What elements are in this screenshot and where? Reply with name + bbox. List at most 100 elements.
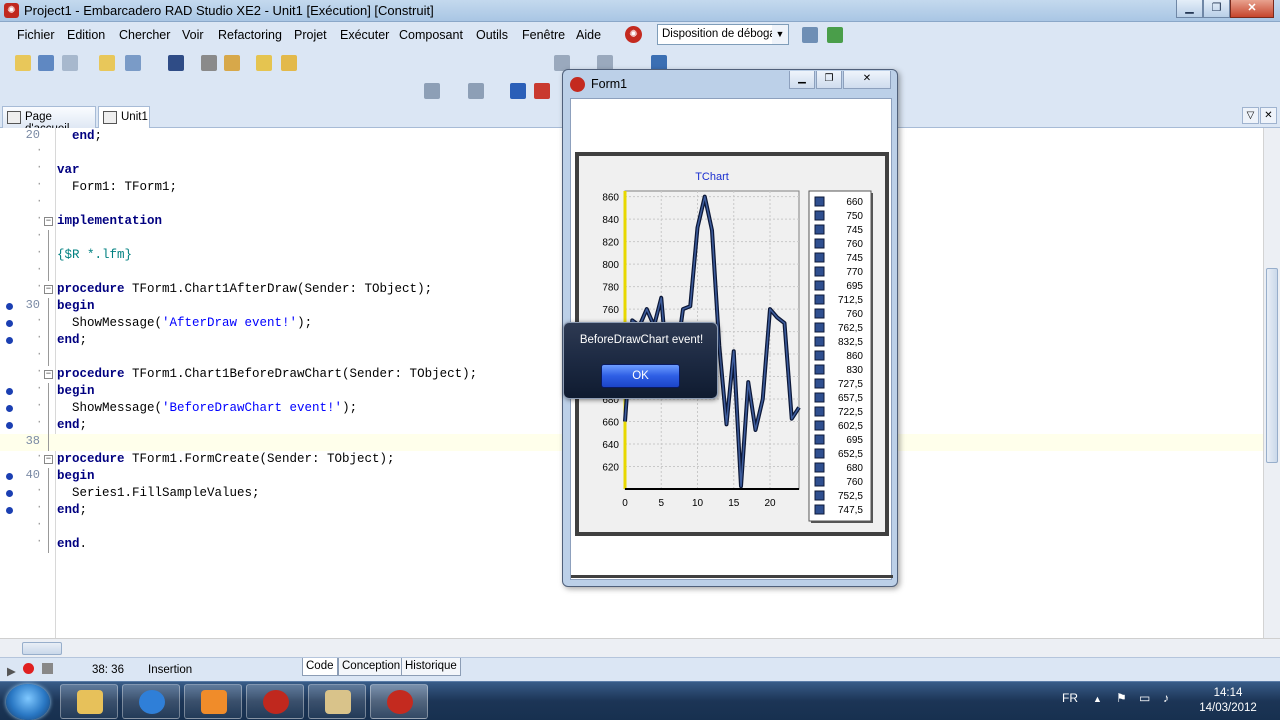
stop-macro-icon[interactable] — [42, 663, 53, 674]
vertical-scrollbar[interactable] — [1263, 128, 1280, 638]
pause-icon[interactable] — [510, 83, 526, 99]
fold-guide — [48, 536, 49, 553]
network-icon[interactable]: ▭ — [1139, 691, 1150, 705]
code-text: begin — [57, 384, 95, 398]
menu-fenetre[interactable]: Fenêtre — [522, 28, 565, 42]
ok-button[interactable]: OK — [601, 364, 680, 388]
legend-swatch — [814, 364, 825, 375]
new-project-icon[interactable] — [99, 55, 115, 71]
x-tick-label: 15 — [728, 498, 740, 509]
legend-label: 727,5 — [838, 379, 863, 390]
tab-code[interactable]: Code — [302, 658, 338, 676]
fold-toggle-icon[interactable]: − — [44, 285, 53, 294]
menu-aide[interactable]: Aide — [576, 28, 601, 42]
form-maximize-button[interactable]: ❐ — [816, 71, 842, 89]
save-layout-icon[interactable] — [802, 27, 818, 43]
close-file-icon[interactable] — [224, 55, 240, 71]
legend-swatch — [814, 266, 825, 277]
save-all-icon[interactable] — [201, 55, 217, 71]
menu-chercher[interactable]: Chercher — [119, 28, 170, 42]
menu-outils[interactable]: Outils — [476, 28, 508, 42]
line-marker: · — [36, 162, 43, 174]
legend-swatch — [814, 406, 825, 417]
chevron-down-icon[interactable]: ▼ — [772, 25, 788, 44]
action-center-icon[interactable]: ⚑ — [1116, 691, 1127, 705]
app-icon: ✺ — [4, 3, 19, 18]
save-icon[interactable] — [168, 55, 184, 71]
folder-icon — [77, 690, 103, 714]
tab-page-accueil[interactable]: Page d'accueil — [2, 106, 96, 135]
breakpoint-icon[interactable] — [6, 320, 13, 327]
horizontal-scrollbar[interactable] — [0, 638, 1280, 657]
legend-label: 750 — [846, 211, 863, 222]
stop-icon[interactable] — [534, 83, 550, 99]
x-tick-label: 0 — [622, 498, 628, 509]
run-without-debug-icon[interactable] — [468, 83, 484, 99]
breakpoint-icon[interactable] — [6, 405, 13, 412]
remove-from-project-icon[interactable] — [281, 55, 297, 71]
open-project-icon[interactable] — [62, 55, 78, 71]
menu-fichier[interactable]: Fichier — [17, 28, 55, 42]
task-project1[interactable] — [370, 684, 428, 719]
task-explorer[interactable] — [60, 684, 118, 719]
breakpoint-icon[interactable] — [6, 337, 13, 344]
record-icon[interactable] — [23, 663, 34, 674]
minimize-button[interactable]: ▁ — [1176, 0, 1203, 18]
play-icon[interactable]: ▶ — [7, 664, 16, 678]
form-close-button[interactable]: ✕ — [843, 71, 891, 89]
breakpoint-icon[interactable] — [6, 490, 13, 497]
language-indicator[interactable]: FR — [1062, 691, 1078, 705]
menu-refactoring[interactable]: Refactoring — [218, 28, 282, 42]
task-rad-studio[interactable] — [246, 684, 304, 719]
legend-swatch — [814, 322, 825, 333]
add-to-project-icon[interactable] — [256, 55, 272, 71]
scrollbar-thumb[interactable] — [1266, 268, 1278, 463]
tab-unit1[interactable]: Unit1 — [98, 106, 150, 128]
task-ie[interactable] — [122, 684, 180, 719]
start-button[interactable] — [6, 684, 50, 720]
embarcadero-icon[interactable]: ✺ — [625, 26, 642, 43]
breakpoint-icon[interactable] — [6, 507, 13, 514]
code-text: procedure TForm1.Chart1BeforeDrawChart(S… — [57, 367, 478, 381]
open-file-icon[interactable] — [125, 55, 141, 71]
menu-edition[interactable]: Edition — [67, 28, 105, 42]
code-text: end; — [57, 333, 88, 347]
breakpoint-icon[interactable] — [6, 388, 13, 395]
apply-layout-icon[interactable] — [827, 27, 843, 43]
tab-conception[interactable]: Conception — [338, 658, 405, 676]
menu-composant[interactable]: Composant — [399, 28, 463, 42]
scrollbar-thumb[interactable] — [22, 642, 62, 655]
fold-guide — [48, 383, 49, 400]
home-icon — [7, 111, 21, 124]
task-media-player[interactable] — [184, 684, 242, 719]
show-hidden-icons-icon[interactable]: ▲ — [1093, 694, 1102, 704]
legend-label: 695 — [846, 435, 863, 446]
menu-projet[interactable]: Projet — [294, 28, 327, 42]
y-tick-label: 660 — [602, 418, 619, 429]
form-minimize-button[interactable]: ▁ — [789, 71, 815, 89]
task-paint[interactable] — [308, 684, 366, 719]
layout-combo[interactable]: Disposition de débogage ▼ — [657, 24, 789, 45]
fold-guide — [48, 298, 49, 315]
tab-close-button[interactable]: ✕ — [1260, 107, 1277, 124]
breakpoint-icon[interactable] — [6, 422, 13, 429]
fold-toggle-icon[interactable]: − — [44, 455, 53, 464]
maximize-button[interactable]: ❐ — [1203, 0, 1230, 18]
tab-list-button[interactable]: ▽ — [1242, 107, 1259, 124]
open-icon[interactable] — [38, 55, 54, 71]
fold-toggle-icon[interactable]: − — [44, 217, 53, 226]
breakpoint-icon[interactable] — [6, 473, 13, 480]
close-button[interactable]: ✕ — [1230, 0, 1274, 18]
run-icon[interactable] — [424, 83, 440, 99]
fold-toggle-icon[interactable]: − — [44, 370, 53, 379]
volume-icon[interactable]: ♪ — [1163, 691, 1169, 705]
legend-label: 652,5 — [838, 449, 863, 460]
tab-historique[interactable]: Historique — [401, 658, 461, 676]
menu-executer[interactable]: Exécuter — [340, 28, 389, 42]
legend-label: 657,5 — [838, 393, 863, 404]
breakpoint-icon[interactable] — [6, 303, 13, 310]
legend-label: 760 — [846, 309, 863, 320]
clock[interactable]: 14:14 14/03/2012 — [1198, 686, 1258, 716]
menu-voir[interactable]: Voir — [182, 28, 204, 42]
new-items-icon[interactable] — [15, 55, 31, 71]
